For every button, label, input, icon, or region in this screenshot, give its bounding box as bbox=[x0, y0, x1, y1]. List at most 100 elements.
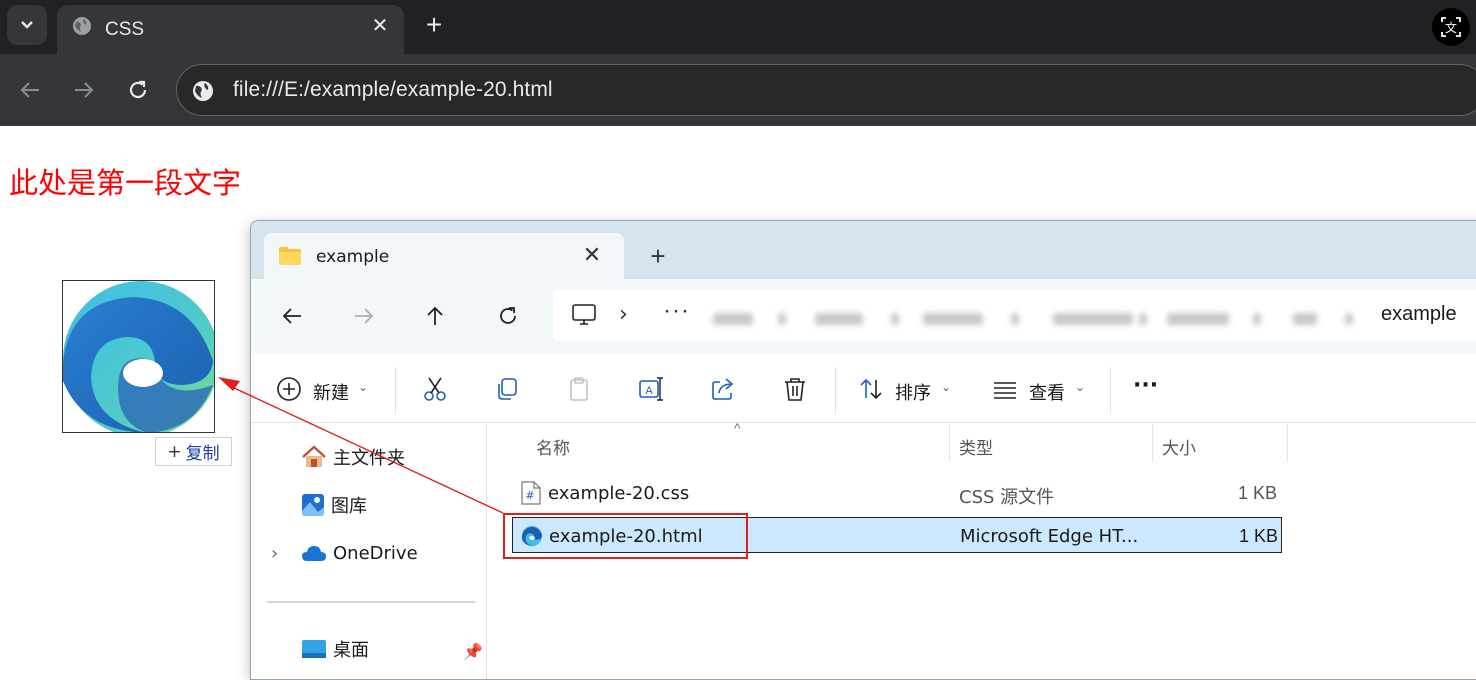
explorer-tab-title: example bbox=[316, 247, 390, 267]
close-icon[interactable]: ✕ bbox=[580, 243, 604, 267]
obscured-breadcrumb bbox=[778, 313, 786, 325]
copy-icon bbox=[498, 378, 517, 400]
back-button[interactable] bbox=[14, 74, 46, 106]
paste-button[interactable] bbox=[565, 375, 593, 403]
nav-item-gallery[interactable]: 图库 bbox=[301, 490, 367, 520]
explorer-address-bar[interactable]: › ··· example bbox=[553, 289, 1476, 341]
explorer-tab[interactable]: example ✕ bbox=[264, 233, 624, 280]
browser-tab-strip: CSS ✕ + 文 bbox=[0, 0, 1476, 54]
sort-button[interactable] bbox=[857, 375, 885, 403]
new-tab-button[interactable]: + bbox=[420, 8, 448, 42]
arrow-right-icon bbox=[75, 82, 94, 98]
forward-button[interactable] bbox=[68, 74, 100, 106]
edge-logo-image[interactable] bbox=[62, 280, 215, 433]
column-separator[interactable] bbox=[949, 424, 950, 462]
url-text[interactable]: file:///E:/example/example-20.html bbox=[233, 78, 553, 102]
folder-icon bbox=[279, 247, 301, 265]
divider bbox=[395, 367, 396, 413]
nav-item-onedrive[interactable]: › OneDrive bbox=[271, 538, 418, 568]
plus-icon: + bbox=[167, 441, 182, 462]
file-explorer-window: example ✕ + › ··· example 新建 ⌄ A 排序 ⌄ 查看… bbox=[250, 220, 1476, 680]
home-icon bbox=[302, 445, 326, 467]
arrow-left-icon bbox=[282, 308, 301, 324]
view-label[interactable]: 查看 bbox=[1029, 379, 1065, 405]
column-header-size[interactable]: 大小 bbox=[1162, 434, 1196, 459]
tab-search-button[interactable] bbox=[7, 5, 47, 45]
translate-button[interactable]: 文 bbox=[1432, 8, 1470, 46]
explorer-up-button[interactable] bbox=[420, 301, 450, 331]
translate-icon: 文 bbox=[1441, 17, 1461, 37]
arrow-left-icon bbox=[20, 82, 39, 98]
obscured-breadcrumb bbox=[1053, 313, 1133, 325]
breadcrumb-overflow[interactable]: ··· bbox=[663, 297, 690, 325]
view-button[interactable] bbox=[991, 375, 1019, 403]
globe-icon bbox=[73, 17, 91, 35]
explorer-tab-bar: example ✕ + bbox=[251, 221, 1476, 280]
column-header-name[interactable]: 名称 bbox=[536, 434, 570, 459]
explorer-refresh-button[interactable] bbox=[493, 301, 523, 331]
sort-label[interactable]: 排序 bbox=[895, 379, 931, 405]
svg-text:A: A bbox=[645, 385, 653, 397]
cloud-icon bbox=[302, 546, 326, 561]
annotation-highlight-box bbox=[503, 513, 748, 559]
chevron-right-icon: › bbox=[619, 302, 628, 327]
sort-ascending-icon: ^ bbox=[734, 420, 741, 436]
file-size: 1 KB bbox=[1238, 526, 1278, 546]
obscured-breadcrumb bbox=[1011, 313, 1019, 325]
explorer-new-tab-button[interactable]: + bbox=[645, 243, 671, 269]
chevron-down-icon: ⌄ bbox=[358, 380, 369, 394]
nav-item-label: OneDrive bbox=[333, 542, 418, 564]
close-icon[interactable]: ✕ bbox=[369, 15, 391, 37]
file-type: Microsoft Edge HT... bbox=[960, 526, 1139, 547]
rename-button[interactable]: A bbox=[637, 375, 665, 403]
nav-item-label: 桌面 bbox=[333, 640, 369, 661]
divider bbox=[267, 601, 475, 603]
copy-button[interactable] bbox=[493, 375, 521, 403]
chevron-right-icon[interactable]: › bbox=[271, 543, 295, 564]
sort-icon bbox=[860, 378, 882, 400]
obscured-breadcrumb bbox=[1139, 313, 1147, 325]
plus-circle-icon bbox=[277, 377, 301, 401]
arrow-up-icon bbox=[427, 306, 443, 325]
arrow-right-icon bbox=[355, 308, 374, 324]
obscured-breadcrumb bbox=[1293, 313, 1317, 325]
column-header-type[interactable]: 类型 bbox=[959, 434, 993, 459]
pin-icon[interactable]: 📌 bbox=[463, 642, 483, 662]
share-button[interactable] bbox=[709, 375, 737, 403]
new-button[interactable] bbox=[275, 375, 303, 403]
chevron-down-icon: ⌄ bbox=[941, 380, 952, 394]
reload-button[interactable] bbox=[122, 74, 154, 106]
reload-icon bbox=[500, 307, 516, 324]
clipboard-icon bbox=[570, 377, 588, 401]
explorer-back-button[interactable] bbox=[277, 301, 307, 331]
file-row[interactable]: # example-20.css CSS 源文件 1 KB bbox=[512, 475, 1282, 511]
cut-button[interactable] bbox=[421, 375, 449, 403]
divider bbox=[1110, 367, 1111, 413]
svg-text:文: 文 bbox=[1445, 20, 1457, 35]
navigation-pane: 主文件夹 图库 › OneDrive 桌面 📌 bbox=[251, 424, 487, 679]
page-heading: 此处是第一段文字 bbox=[9, 166, 242, 200]
explorer-forward-button[interactable] bbox=[349, 301, 379, 331]
column-separator[interactable] bbox=[1152, 424, 1153, 462]
breadcrumb-current[interactable]: example bbox=[1381, 303, 1457, 326]
column-separator[interactable] bbox=[1287, 424, 1288, 462]
more-options-button[interactable]: ··· bbox=[1133, 373, 1158, 398]
browser-tab[interactable]: CSS ✕ bbox=[57, 5, 404, 54]
nav-item-label: 图库 bbox=[331, 496, 367, 517]
obscured-breadcrumb bbox=[713, 313, 753, 325]
chevron-down-icon bbox=[21, 21, 33, 29]
rename-icon: A bbox=[639, 377, 663, 401]
trash-icon bbox=[785, 378, 805, 401]
nav-item-home[interactable]: 主文件夹 bbox=[301, 442, 405, 472]
explorer-command-bar: 新建 ⌄ A 排序 ⌄ 查看 ⌄ ··· bbox=[251, 353, 1476, 423]
nav-item-desktop[interactable]: 桌面 bbox=[301, 634, 369, 664]
obscured-breadcrumb bbox=[923, 313, 983, 325]
delete-button[interactable] bbox=[781, 375, 809, 403]
obscured-breadcrumb bbox=[1253, 313, 1261, 325]
globe-icon[interactable] bbox=[191, 79, 215, 103]
obscured-breadcrumb bbox=[891, 313, 899, 325]
new-label[interactable]: 新建 bbox=[313, 379, 349, 405]
obscured-breadcrumb bbox=[815, 313, 863, 325]
file-size: 1 KB bbox=[1237, 483, 1277, 503]
address-bar[interactable]: file:///E:/example/example-20.html bbox=[176, 64, 1476, 116]
